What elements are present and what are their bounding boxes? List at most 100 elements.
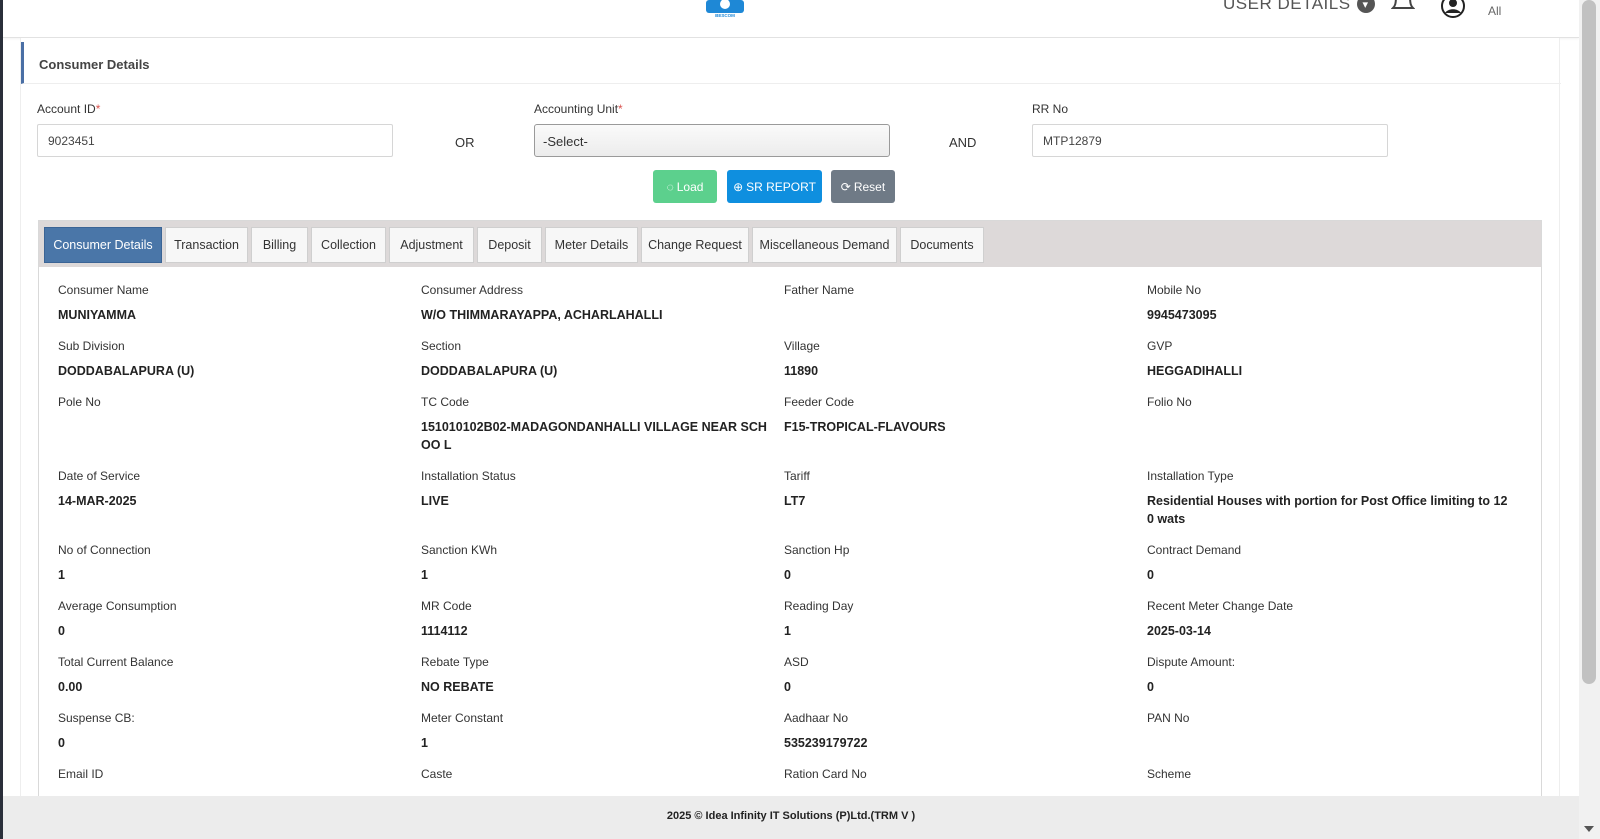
rebate-type-value: NO REBATE	[421, 680, 494, 694]
load-button[interactable]: ◌ Load	[653, 170, 717, 203]
sanction-kwh-value: 1	[421, 568, 428, 582]
tab-collection[interactable]: Collection	[311, 227, 386, 263]
consumer-name-value: MUNIYAMMA	[58, 308, 137, 322]
sub-division-value: DODDABALAPURA (U)	[58, 364, 195, 378]
vertical-scrollbar[interactable]	[1579, 0, 1600, 839]
main-content: Consumer Details Account ID* OR Accounti…	[20, 38, 1561, 820]
tab-change-request[interactable]: Change Request	[641, 227, 749, 263]
rr-no-label: RR No	[1032, 102, 1069, 116]
pan-no-label: PAN No	[1147, 711, 1190, 725]
pole-no-label: Pole No	[58, 395, 101, 409]
svg-text:BESCOM: BESCOM	[715, 13, 735, 18]
tab-consumer-details[interactable]: Consumer Details	[44, 227, 162, 263]
notification-bell-icon[interactable]	[1391, 0, 1415, 14]
installation-type-value: Residential Houses with portion for Post…	[1147, 494, 1508, 526]
village-label: Village	[784, 339, 820, 353]
tariff-value: LT7	[784, 494, 806, 508]
reset-button-label: Reset	[853, 179, 886, 194]
contract-demand-label: Contract Demand	[1147, 543, 1242, 557]
mobile-no-value: 9945473095	[1147, 308, 1217, 322]
dispute-amount-value: 0	[1147, 680, 1154, 694]
top-navbar: BESCOM USER DETAILS ▾ All	[3, 0, 1579, 38]
average-consumption-value: 0	[58, 624, 65, 638]
tab-billing[interactable]: Billing	[251, 227, 308, 263]
spinner-icon: ◌	[666, 179, 674, 194]
no-of-connection-label: No of Connection	[58, 543, 151, 557]
user-details-menu[interactable]: USER DETAILS ▾	[1223, 0, 1375, 14]
average-consumption-label: Average Consumption	[58, 599, 177, 613]
recent-meter-change-date-value: 2025-03-14	[1147, 624, 1211, 638]
mr-code-label: MR Code	[421, 599, 472, 613]
tab-adjustment[interactable]: Adjustment	[389, 227, 474, 263]
accounting-unit-label: Accounting Unit*	[534, 102, 623, 116]
reading-day-value: 1	[784, 624, 791, 638]
contract-demand-value: 0	[1147, 568, 1154, 582]
sr-report-button[interactable]: ⊕ SR REPORT	[727, 170, 822, 203]
accounting-unit-selected: -Select-	[543, 134, 588, 149]
copyright-text: 2025 © Idea Infinity IT Solutions (P)Ltd…	[666, 810, 916, 822]
sanction-hp-label: Sanction Hp	[784, 543, 850, 557]
or-label: OR	[455, 135, 475, 150]
account-id-input[interactable]	[37, 124, 393, 157]
rr-no-input[interactable]	[1032, 124, 1388, 157]
mobile-no-label: Mobile No	[1147, 283, 1202, 297]
reading-day-label: Reading Day	[784, 599, 854, 613]
window-left-edge	[0, 0, 3, 839]
tab-meter-details[interactable]: Meter Details	[545, 227, 638, 263]
load-button-label: Load	[676, 179, 704, 194]
feeder-code-label: Feeder Code	[784, 395, 855, 409]
tc-code-value: 151010102B02-MADAGONDANHALLI VILLAGE NEA…	[421, 420, 767, 452]
tab-miscellaneous-demand[interactable]: Miscellaneous Demand	[752, 227, 897, 263]
tc-code-label: TC Code	[421, 395, 470, 409]
plus-circle-icon: ⊕	[733, 179, 744, 194]
asd-label: ASD	[784, 655, 809, 669]
tab-transaction[interactable]: Transaction	[165, 227, 248, 263]
date-of-service-value: 14-MAR-2025	[58, 494, 137, 508]
folio-no-label: Folio No	[1147, 395, 1192, 409]
user-details-label: USER DETAILS	[1223, 0, 1351, 13]
sanction-kwh-label: Sanction KWh	[421, 543, 498, 557]
user-role-label: All	[1488, 4, 1502, 18]
consumer-address-value: W/O THIMMARAYAPPA, ACHARLAHALLI	[421, 308, 663, 322]
mr-code-value: 1114112	[421, 624, 468, 638]
tab-documents[interactable]: Documents	[900, 227, 984, 263]
sr-report-button-label: SR REPORT	[746, 179, 816, 194]
consumer-name-label: Consumer Name	[58, 283, 149, 297]
suspense-cb-label: Suspense CB:	[58, 711, 135, 725]
meter-constant-value: 1	[421, 736, 428, 750]
scheme-label: Scheme	[1147, 767, 1192, 781]
installation-type-label: Installation Type	[1147, 469, 1234, 483]
aadhaar-no-value: 535239179722	[784, 736, 868, 750]
gvp-label: GVP	[1147, 339, 1173, 353]
suspense-cb-value: 0	[58, 736, 65, 750]
sanction-hp-value: 0	[784, 568, 791, 582]
tariff-label: Tariff	[784, 469, 810, 483]
section-header: Consumer Details	[21, 42, 1561, 84]
bescom-logo: BESCOM	[706, 0, 744, 18]
feeder-code-value: F15-TROPICAL-FLAVOURS	[784, 420, 946, 434]
total-current-balance-label: Total Current Balance	[58, 655, 174, 669]
account-id-label: Account ID*	[37, 102, 101, 116]
village-value: 11890	[784, 364, 819, 378]
section-value: DODDABALAPURA (U)	[421, 364, 558, 378]
ration-card-no-label: Ration Card No	[784, 767, 867, 781]
rebate-type-label: Rebate Type	[421, 655, 489, 669]
scrollbar-thumb[interactable]	[1582, 0, 1596, 684]
email-id-label: Email ID	[58, 767, 104, 781]
user-avatar-icon[interactable]	[1441, 0, 1465, 18]
page-footer: 2025 © Idea Infinity IT Solutions (P)Ltd…	[3, 796, 1579, 839]
no-of-connection-value: 1	[58, 568, 65, 582]
father-name-label: Father Name	[784, 283, 855, 297]
reset-button[interactable]: ⟳ Reset	[831, 170, 895, 203]
recent-meter-change-date-label: Recent Meter Change Date	[1147, 599, 1294, 613]
section-title: Consumer Details	[39, 57, 150, 72]
scroll-down-arrow-icon[interactable]	[1584, 826, 1594, 832]
dispute-amount-label: Dispute Amount:	[1147, 655, 1236, 669]
sub-division-label: Sub Division	[58, 339, 125, 353]
accounting-unit-select[interactable]: -Select-	[534, 124, 890, 157]
section-label: Section	[421, 339, 462, 353]
gvp-value: HEGGADIHALLI	[1147, 364, 1243, 378]
consumer-address-label: Consumer Address	[421, 283, 524, 297]
tab-deposit[interactable]: Deposit	[477, 227, 542, 263]
meter-constant-label: Meter Constant	[421, 711, 504, 725]
